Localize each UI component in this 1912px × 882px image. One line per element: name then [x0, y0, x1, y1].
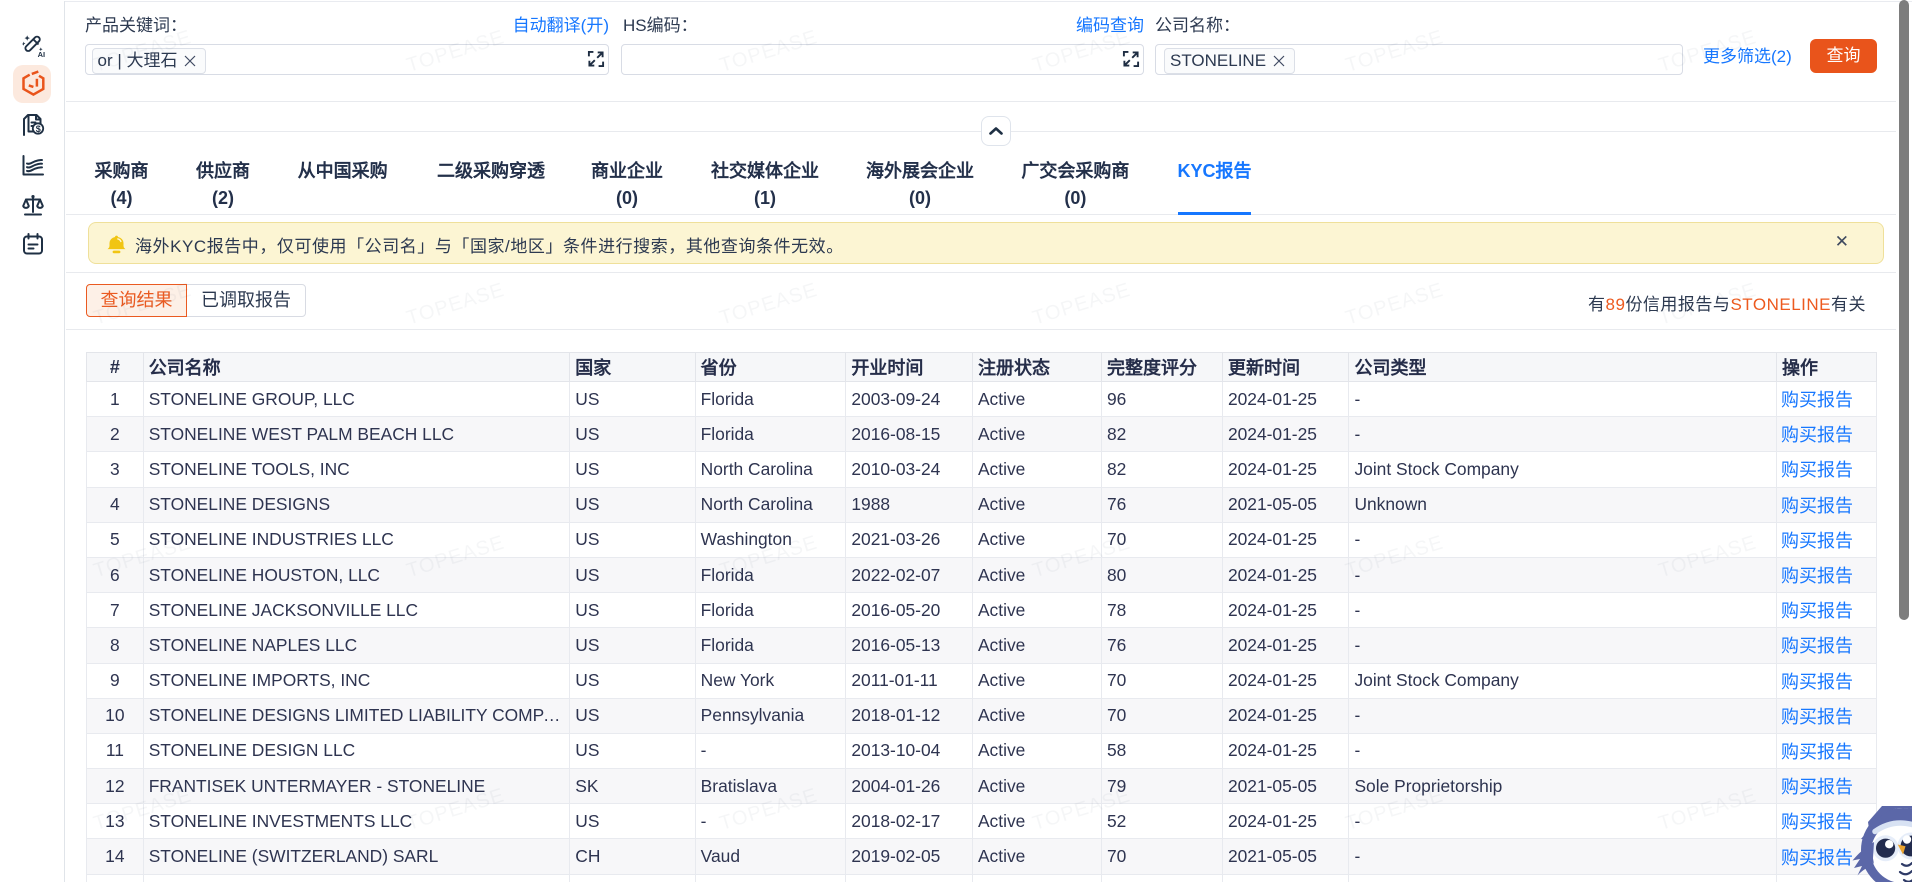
svg-text:AI: AI	[38, 50, 45, 58]
svg-text:TOPEASE: TOPEASE	[404, 279, 507, 330]
svg-text:TOPEASE: TOPEASE	[717, 279, 820, 330]
svg-text:$: $	[36, 124, 41, 134]
svg-text:TOPEASE: TOPEASE	[1343, 279, 1446, 330]
svg-text:TOPEASE: TOPEASE	[1030, 279, 1133, 330]
